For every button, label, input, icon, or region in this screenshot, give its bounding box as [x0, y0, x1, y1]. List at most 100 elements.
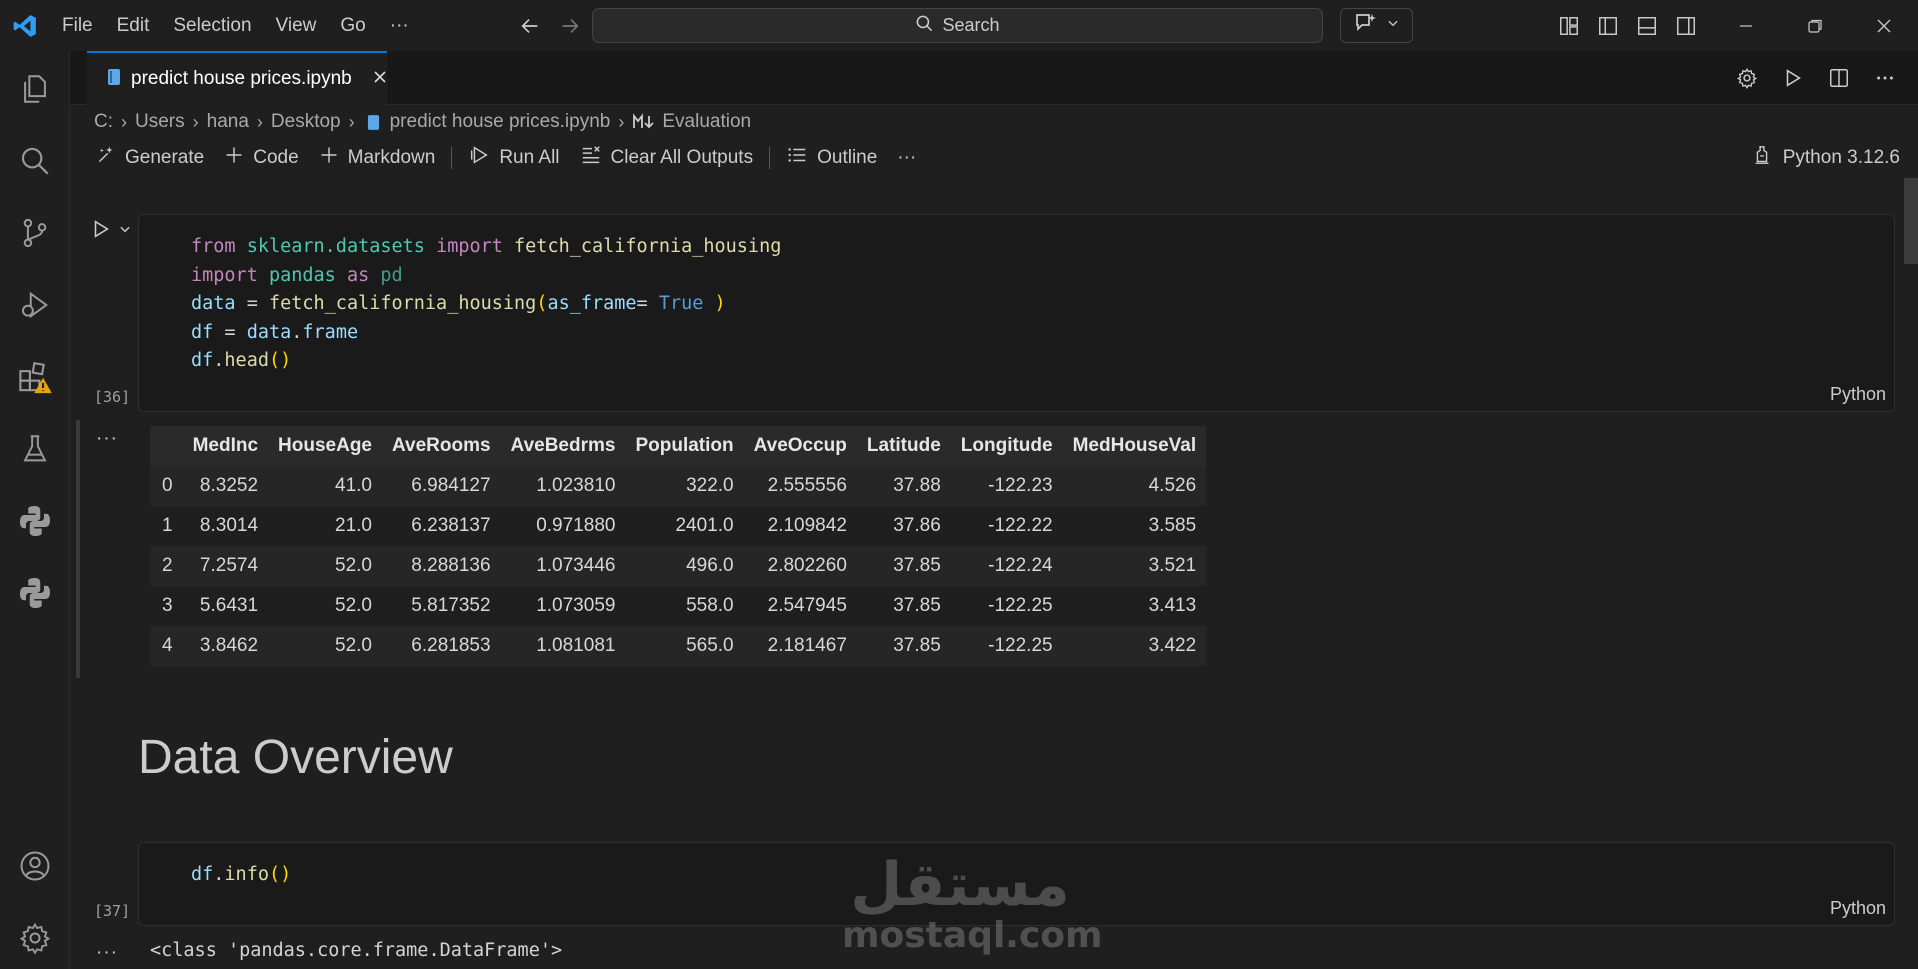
markdown-heading[interactable]: Data Overview [138, 730, 453, 785]
toolbar-more-label: ··· [897, 147, 917, 168]
code-line: df = data.frame [191, 319, 781, 348]
activity-bar [0, 51, 70, 969]
chevron-right-icon: › [618, 111, 625, 132]
code-line: import pandas as pd [191, 262, 781, 291]
dataframe-table: MedInc HouseAge AveRooms AveBedrms Populatio… [150, 426, 1207, 666]
code-token: fetch_california_housing [514, 236, 782, 257]
table-cell: 52.0 [268, 546, 382, 586]
table-cell: 3.422 [1062, 626, 1207, 666]
code-editor[interactable]: df.info() [191, 861, 291, 890]
cell-language[interactable]: Python [1830, 898, 1886, 919]
output-actions[interactable]: ··· [96, 428, 118, 450]
row-index: 4 [150, 626, 183, 666]
arrow-right-icon[interactable] [555, 11, 585, 41]
outline-button[interactable]: Outline [776, 142, 887, 174]
table-cell: 8.288136 [382, 546, 501, 586]
table-row: 0 8.3252 41.0 6.984127 1.023810 322.0 2.555556… [150, 466, 1207, 506]
menu-bar: File Edit Selection View Go ··· [50, 0, 421, 51]
table-cell: -122.24 [950, 546, 1063, 586]
scrollbar[interactable] [1904, 178, 1918, 264]
gear-icon[interactable] [1732, 63, 1762, 93]
row-index: 2 [150, 546, 183, 586]
menu-file[interactable]: File [50, 0, 105, 51]
menu-go[interactable]: Go [328, 0, 377, 51]
table-cell: 2.109842 [743, 506, 857, 546]
chevron-right-icon: › [348, 111, 355, 132]
breadcrumb-desktop[interactable]: Desktop [271, 111, 341, 133]
layout-icon[interactable] [1555, 12, 1582, 39]
column-header: AveOccup [743, 426, 857, 466]
menu-selection[interactable]: Selection [161, 0, 263, 51]
code-token: frame [302, 321, 359, 343]
breadcrumb-drive[interactable]: C: [94, 111, 113, 133]
breadcrumb-hana[interactable]: hana [207, 111, 249, 133]
search-placeholder: Search [942, 15, 1000, 35]
panel-icon[interactable] [1633, 12, 1660, 39]
code-cell[interactable]: from sklearn.datasets import fetch_calif… [138, 214, 1895, 412]
python-environments-icon[interactable] [0, 563, 70, 623]
minimize-icon[interactable] [1711, 0, 1780, 51]
run-debug-icon[interactable] [0, 275, 70, 335]
explorer-icon[interactable] [0, 59, 70, 119]
python-icon[interactable] [0, 491, 70, 551]
menu-edit[interactable]: Edit [105, 0, 162, 51]
testing-icon[interactable] [0, 419, 70, 479]
breadcrumb-users[interactable]: Users [135, 111, 185, 133]
column-header: Longitude [950, 426, 1063, 466]
copilot-button[interactable] [1340, 8, 1413, 43]
table-cell: 37.85 [856, 626, 951, 666]
row-index: 3 [150, 586, 183, 626]
output-actions[interactable]: ··· [96, 942, 118, 964]
sparkle-icon [96, 145, 116, 171]
run-icon[interactable] [1778, 63, 1808, 93]
add-markdown-cell-button[interactable]: Markdown [309, 142, 446, 174]
sidebar-left-icon[interactable] [1594, 12, 1621, 39]
sidebar-right-icon[interactable] [1672, 12, 1699, 39]
breadcrumb-section[interactable]: Evaluation [662, 111, 751, 133]
split-editor-icon[interactable] [1824, 63, 1854, 93]
arrow-left-icon[interactable] [515, 11, 545, 41]
source-control-icon[interactable] [0, 203, 70, 263]
close-icon[interactable] [372, 69, 388, 90]
extensions-icon[interactable] [0, 347, 70, 407]
menu-view[interactable]: View [264, 0, 329, 51]
code-token: . [213, 864, 225, 885]
close-icon[interactable] [1849, 0, 1918, 51]
search-icon[interactable] [0, 131, 70, 191]
code-token: head [224, 350, 269, 371]
clear-all-outputs-button[interactable]: Clear All Outputs [570, 142, 764, 174]
run-all-icon [468, 144, 490, 172]
code-token: True [658, 293, 704, 314]
tab-predict-house-prices[interactable]: predict house prices.ipynb [87, 51, 387, 105]
watermark: مستقل mostaql.com [842, 854, 1103, 956]
tab-label: predict house prices.ipynb [131, 68, 352, 89]
code-line: df.head() [191, 347, 781, 376]
run-cell-button[interactable] [90, 218, 132, 245]
output-collapse-bar[interactable] [76, 420, 80, 678]
generate-button[interactable]: Generate [86, 142, 214, 174]
table-cell: 2.555556 [743, 466, 857, 506]
table-cell: 5.817352 [382, 586, 501, 626]
table-cell: 1.081081 [500, 626, 626, 666]
kernel-picker[interactable]: Python 3.12.6 [1751, 142, 1900, 174]
table-cell: 5.6431 [182, 586, 269, 626]
gear-icon[interactable] [0, 908, 70, 968]
command-center-search[interactable]: Search [592, 8, 1323, 43]
run-all-button[interactable]: Run All [458, 142, 569, 174]
outline-label: Outline [817, 147, 878, 168]
menu-more[interactable]: ··· [378, 0, 421, 51]
notebook-toolbar: Generate Code Markdown Run All Clear All… [86, 142, 926, 174]
restore-icon[interactable] [1780, 0, 1849, 51]
account-icon[interactable] [0, 836, 70, 896]
toolbar-more-button[interactable]: ··· [887, 142, 926, 174]
more-actions-icon[interactable] [1870, 63, 1900, 93]
breadcrumb-file[interactable]: predict house prices.ipynb [390, 111, 611, 133]
table-row: 1 8.3014 21.0 6.238137 0.971880 2401.0 2.10984… [150, 506, 1207, 546]
code-editor[interactable]: from sklearn.datasets import fetch_calif… [191, 233, 781, 376]
code-token: pd [380, 264, 403, 286]
cell-language[interactable]: Python [1830, 384, 1886, 405]
code-token: sklearn.datasets [246, 236, 425, 257]
add-code-cell-button[interactable]: Code [214, 142, 308, 174]
code-token: () [268, 350, 292, 371]
